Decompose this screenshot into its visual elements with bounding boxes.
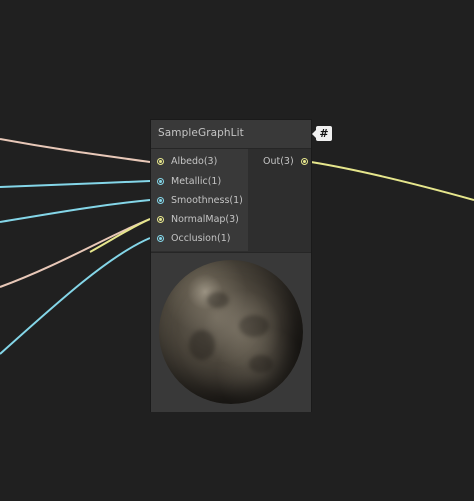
input-port-albedo[interactable]: Albedo(3) [157, 153, 217, 169]
surface-detail [249, 355, 273, 373]
input-label: NormalMap(3) [171, 213, 239, 225]
surface-detail [239, 315, 269, 337]
input-label: Metallic(1) [171, 175, 222, 187]
wire-normal[interactable] [0, 218, 151, 288]
preview-sphere [159, 260, 303, 404]
hash-icon[interactable]: # [312, 126, 332, 141]
node-inputs: Albedo(3) Metallic(1) Smoothness(1) Norm… [151, 149, 248, 251]
shader-node[interactable]: SampleGraphLit Albedo(3) Metallic(1) Smo… [151, 120, 311, 412]
graph-canvas[interactable]: SampleGraphLit Albedo(3) Metallic(1) Smo… [0, 0, 474, 501]
port-connector-icon[interactable] [157, 157, 164, 165]
wire-smoothness[interactable] [0, 199, 151, 223]
input-label: Albedo(3) [171, 155, 218, 167]
node-header[interactable]: SampleGraphLit [151, 120, 311, 149]
port-connector-icon[interactable] [157, 196, 164, 204]
output-label: Out(3) [263, 155, 294, 167]
node-outputs: Out(3) [249, 149, 311, 251]
input-label: Smoothness(1) [171, 194, 243, 206]
input-port-metallic[interactable]: Metallic(1) [157, 173, 221, 189]
port-connector-icon[interactable] [157, 215, 164, 223]
wire-metallic[interactable] [0, 180, 151, 188]
node-title: SampleGraphLit [158, 127, 244, 139]
input-port-occlusion[interactable]: Occlusion(1) [157, 230, 230, 246]
input-label: Occlusion(1) [171, 232, 231, 244]
port-connector-icon[interactable] [157, 177, 164, 185]
port-connector-icon[interactable] [157, 234, 164, 242]
wire-albedo[interactable] [0, 138, 151, 163]
surface-detail [189, 330, 215, 360]
surface-detail [207, 292, 229, 308]
port-connector-icon[interactable] [300, 157, 308, 165]
material-preview[interactable] [151, 252, 311, 412]
wire-occlusion[interactable] [0, 237, 151, 355]
output-port-out[interactable]: Out(3) [263, 153, 308, 169]
wire-normal-overlay [89, 218, 151, 253]
input-port-smoothness[interactable]: Smoothness(1) [157, 192, 243, 208]
input-port-normalmap[interactable]: NormalMap(3) [157, 211, 239, 227]
wire-out[interactable] [310, 161, 474, 201]
